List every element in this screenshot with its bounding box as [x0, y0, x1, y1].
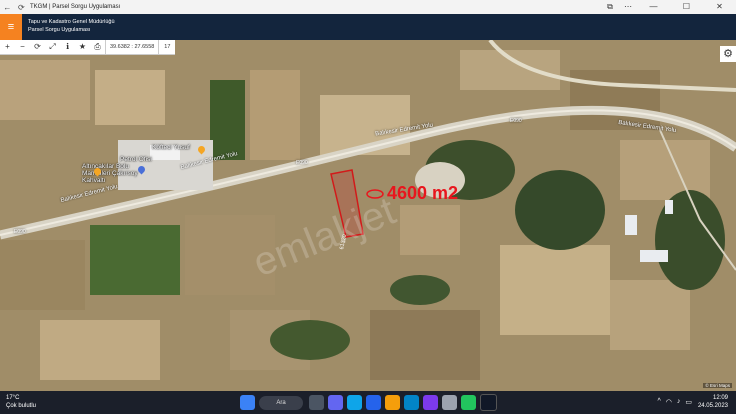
poi-petrol: Petrol Ofisi — [120, 156, 152, 163]
area-annotation: 4600 m2 — [387, 183, 459, 203]
wifi-icon[interactable]: ◠ — [666, 398, 672, 406]
chrome-icon[interactable] — [461, 395, 476, 410]
file-explorer-icon[interactable] — [385, 395, 400, 410]
refresh-map-icon[interactable]: ⟳ — [30, 40, 45, 54]
system-tray: ^ ◠ ♪ ▭ — [657, 398, 692, 406]
more-icon[interactable]: ⋯ — [619, 0, 637, 14]
edge-icon[interactable] — [347, 395, 362, 410]
minimize-button[interactable]: — — [637, 0, 670, 14]
weather-condition: Çok bulutlu — [6, 403, 37, 409]
maximize-button[interactable]: ☐ — [670, 0, 703, 14]
window-titlebar: ← ⟳ TKGM | Parsel Sorgu Uygulaması ⧉ ⋯ —… — [0, 0, 736, 14]
media-icon[interactable] — [423, 395, 438, 410]
print-icon[interactable]: ⎙ — [90, 40, 105, 54]
app-title-line2: Parsel Sorgu Uygulaması — [28, 27, 91, 33]
zoom-level: 17 — [158, 40, 175, 54]
coordinates-display: 39.6382 : 27.6558 — [105, 40, 158, 54]
map-toolbar: + − ⟳ ⤢ ℹ ★ ⎙ 39.6382 : 27.6558 17 — [0, 40, 176, 55]
zoom-in-icon[interactable]: + — [0, 40, 15, 54]
poi-kofteci: Köfteci Yusuf — [152, 144, 190, 151]
close-button[interactable]: ✕ — [703, 0, 736, 14]
taskbar-search[interactable]: Ara — [259, 395, 303, 410]
app-header: ≡ Tapu ve Kadastro Genel Müdürlüğü Parse… — [0, 14, 736, 40]
share-icon[interactable]: ⧉ — [601, 0, 619, 14]
info-icon[interactable]: ℹ — [60, 40, 75, 54]
clock-date: 24.05.2023 — [697, 403, 728, 409]
map-attribution: © Esri Maps — [703, 383, 732, 388]
start-icon[interactable] — [240, 395, 255, 410]
window-title: TKGM | Parsel Sorgu Uygulaması — [30, 4, 121, 10]
folder-icon[interactable] — [442, 395, 457, 410]
clock-time: 12:09 — [712, 395, 728, 401]
mail-icon[interactable] — [404, 395, 419, 410]
taskbar-clock[interactable]: 12:09 24.05.2023 — [698, 394, 728, 410]
chevron-up-icon[interactable]: ^ — [657, 398, 660, 406]
maps-icon[interactable] — [480, 394, 497, 411]
window-controls: ⧉ ⋯ — ☐ ✕ — [601, 0, 736, 14]
app-title-line1: Tapu ve Kadastro Genel Müdürlüğü — [28, 19, 115, 25]
poi-altincakilar-line3: Kahvaltı — [82, 177, 106, 184]
word-icon[interactable] — [366, 395, 381, 410]
settings-gear-icon[interactable]: ⚙ — [720, 46, 736, 62]
poi-altincakilar-line1: Altıncakılar Bolu — [82, 163, 129, 170]
zoom-out-icon[interactable]: − — [15, 40, 30, 54]
battery-icon[interactable]: ▭ — [685, 398, 692, 406]
road-shield-2: E090 — [510, 118, 522, 124]
road-shield-1: E090 — [296, 160, 308, 166]
taskbar-apps: Ara — [240, 394, 501, 411]
favorite-icon[interactable]: ★ — [75, 40, 90, 54]
back-icon[interactable]: ← — [3, 3, 11, 12]
poi-altincakilar-line2: Mamulleri Çakırsoy — [82, 170, 138, 177]
poi-altincakilar: Altıncakılar Bolu Mamulleri Çakırsoy Kah… — [82, 163, 138, 184]
satellite-map[interactable]: Altıncakılar Bolu Mamulleri Çakırsoy Kah… — [0, 40, 736, 391]
chat-icon[interactable] — [328, 395, 343, 410]
weather-widget[interactable]: 17°C Çok bulutlu — [6, 394, 36, 410]
window-nav: ← ⟳ — [0, 3, 28, 12]
app-title: Tapu ve Kadastro Genel Müdürlüğü Parsel … — [28, 18, 115, 34]
refresh-icon[interactable]: ⟳ — [18, 3, 25, 12]
weather-temperature: 17°C — [6, 395, 20, 401]
fullscreen-icon[interactable]: ⤢ — [45, 40, 60, 54]
volume-icon[interactable]: ♪ — [677, 398, 681, 406]
task-view-icon[interactable] — [309, 395, 324, 410]
hamburger-menu-icon[interactable]: ≡ — [0, 14, 22, 40]
windows-taskbar: 17°C Çok bulutlu Ara ^ ◠ ♪ ▭ 12:09 24.05… — [0, 391, 736, 414]
road-shield-3: E090 — [14, 229, 26, 235]
